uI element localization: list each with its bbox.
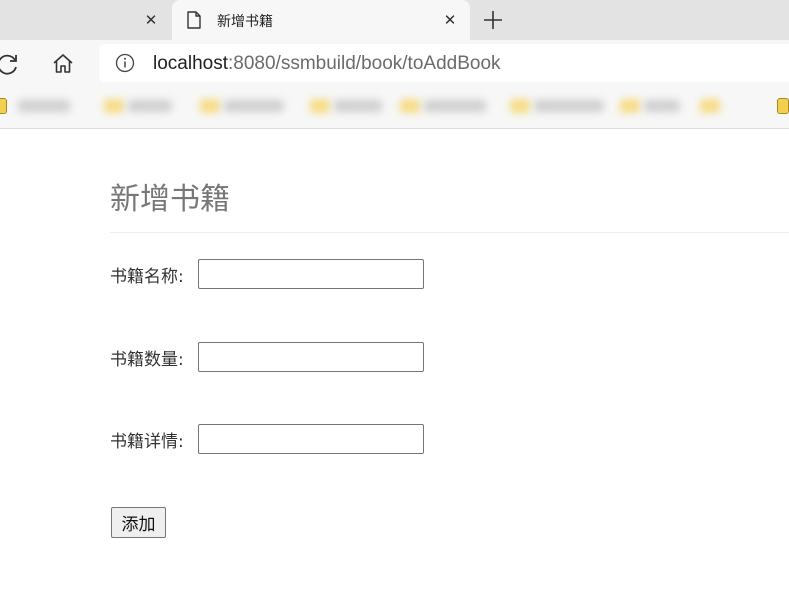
document-icon	[187, 11, 201, 29]
browser-toolbar: localhost:8080/ssmbuild/book/toAddBook	[0, 40, 789, 88]
tab-strip: ✕ 新增书籍 ✕	[0, 0, 789, 40]
page-content: 新增书籍 书籍名称: 书籍数量: 书籍详情: 添加	[0, 129, 789, 595]
bookmark-folder-icon[interactable]	[0, 98, 7, 114]
bookmark-item[interactable]	[18, 99, 70, 115]
bookmark-item[interactable]	[310, 99, 382, 115]
form-row-book-name: 书籍名称:	[110, 257, 424, 291]
bookmark-item[interactable]	[510, 99, 604, 115]
form-row-book-count: 书籍数量:	[110, 340, 424, 374]
info-icon[interactable]	[115, 53, 135, 73]
book-name-label: 书籍名称:	[110, 266, 184, 287]
close-icon[interactable]: ✕	[141, 10, 161, 30]
tab-active[interactable]: 新增书籍 ✕	[172, 0, 470, 40]
reload-icon[interactable]	[0, 52, 20, 76]
book-count-label: 书籍数量:	[110, 349, 184, 370]
url-text[interactable]: localhost:8080/ssmbuild/book/toAddBook	[153, 53, 501, 75]
plus-icon[interactable]	[481, 8, 505, 32]
book-detail-input[interactable]	[198, 424, 424, 454]
add-button[interactable]: 添加	[111, 507, 166, 538]
close-icon[interactable]: ✕	[440, 10, 460, 30]
url-host: localhost	[153, 53, 228, 74]
bookmarks-bar	[0, 88, 789, 129]
bookmark-item[interactable]	[104, 99, 172, 115]
url-path: :8080/ssmbuild/book/toAddBook	[228, 53, 501, 74]
form-row-book-detail: 书籍详情:	[110, 422, 424, 456]
divider	[110, 232, 789, 233]
page-title: 新增书籍	[110, 182, 230, 217]
book-detail-label: 书籍详情:	[110, 431, 184, 452]
bookmark-item[interactable]	[700, 99, 720, 115]
bookmark-item[interactable]	[200, 99, 284, 115]
book-name-input[interactable]	[198, 259, 424, 289]
book-count-input[interactable]	[198, 342, 424, 372]
home-icon[interactable]	[51, 52, 75, 76]
bookmark-item[interactable]	[400, 99, 486, 115]
address-bar[interactable]: localhost:8080/ssmbuild/book/toAddBook	[99, 44, 789, 82]
bookmark-item[interactable]	[620, 99, 680, 115]
bookmark-folder-icon[interactable]	[777, 98, 789, 114]
tab-title: 新增书籍	[217, 14, 273, 30]
